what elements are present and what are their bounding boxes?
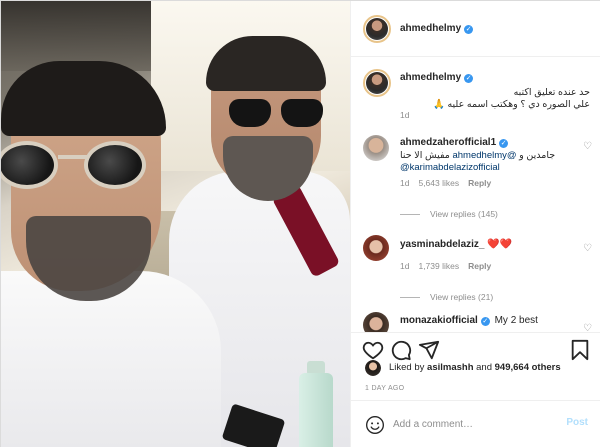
comment-age[interactable]: 1d [400, 178, 409, 188]
comment-text: My 2 best [494, 315, 538, 326]
author-username[interactable]: ahmedhelmy ✓ [400, 23, 474, 34]
comment-meta: 1d 1,739 likes Reply [400, 261, 500, 271]
author-avatar[interactable] [363, 15, 391, 43]
comment-username[interactable]: ahmedzaherofficial1 ✓ [400, 137, 509, 148]
comment-text-part: جامدين و [516, 150, 556, 161]
comment-username[interactable]: yasminabdelaziz_ ❤️❤️ [400, 239, 512, 250]
comment-meta: 1d 5,643 likes Reply [400, 178, 500, 188]
comment-input[interactable] [393, 413, 553, 435]
mention-link[interactable]: @ahmedhelmy [452, 150, 516, 161]
comment-age[interactable]: 1d [400, 261, 409, 271]
liked-by-prefix: Liked by [389, 362, 428, 373]
comments-section: ahmedhelmy ✓ حد عنده تعليق اكتبه علي الصو… [351, 58, 600, 332]
heart-icon[interactable] [362, 339, 384, 361]
verified-badge-icon: ✓ [464, 25, 474, 34]
comment-likes[interactable]: 5,643 likes [418, 178, 459, 188]
view-replies-button[interactable]: View replies (21) [400, 292, 493, 302]
commenter-avatar[interactable] [363, 135, 389, 161]
comment-likes[interactable]: 1,739 likes [418, 261, 459, 271]
reply-button[interactable]: Reply [468, 261, 491, 271]
comment-username-text[interactable]: yasminabdelaziz_ [400, 239, 484, 250]
liked-and-label: and [473, 362, 495, 373]
caption-age[interactable]: 1d [400, 110, 409, 120]
comment-like-heart-icon[interactable]: ♡ [583, 141, 592, 152]
paper-plane-icon[interactable] [418, 339, 440, 361]
comment-like-heart-icon[interactable]: ♡ [583, 323, 592, 332]
mention-link[interactable]: @karimabdelazizofficial [400, 162, 500, 173]
comment-username-text[interactable]: monazakiofficial [400, 315, 478, 326]
bookmark-icon[interactable] [569, 339, 591, 361]
reply-button[interactable]: Reply [468, 178, 491, 188]
post-comment-button[interactable]: Post [566, 417, 588, 428]
comment-text: ❤️❤️ [487, 239, 513, 250]
comment-icon[interactable] [390, 339, 412, 361]
liked-by-user[interactable]: asilmashh [427, 362, 473, 373]
left-man-sunglasses [1, 141, 156, 191]
likes-others-count[interactable]: 949,664 others [495, 362, 561, 373]
caption-line-1: حد عنده تعليق اكتبه [513, 87, 590, 98]
verified-badge-icon: ✓ [480, 317, 490, 326]
comment-username[interactable]: monazakiofficial ✓ My 2 best [400, 315, 538, 326]
post-photo[interactable] [1, 1, 350, 447]
add-comment-bar: Post [351, 400, 600, 447]
caption-author[interactable]: ahmedhelmy ✓ [400, 72, 474, 83]
likes-summary: Liked by asilmashh and 949,664 others [389, 362, 561, 373]
verified-badge-icon: ✓ [499, 139, 509, 148]
comment-like-heart-icon[interactable]: ♡ [583, 243, 592, 254]
author-username-text[interactable]: ahmedhelmy [400, 23, 461, 34]
post-header: ahmedhelmy ✓ [351, 1, 600, 57]
instagram-post: ahmedhelmy ✓ ahmedhelmy ✓ حد عنده تعليق اك… [0, 0, 600, 447]
right-man-sunglasses [229, 99, 324, 127]
caption-author-avatar[interactable] [363, 69, 391, 97]
caption-line-2: علي الصوره دي ؟ وهكتب اسمه عليه 🙏 [433, 99, 590, 110]
sanitizer-bottle [299, 373, 333, 447]
comment-text-part: مفيش الا حنا [400, 150, 453, 161]
post-side-panel: ahmedhelmy ✓ ahmedhelmy ✓ حد عنده تعليق اك… [350, 1, 600, 447]
comment-text: جامدين و @ahmedhelmy مفيش الا حنا @karim… [400, 150, 580, 174]
caption-meta: 1d [400, 110, 418, 120]
verified-badge-icon: ✓ [464, 74, 474, 83]
post-timestamp[interactable]: 1 DAY AGO [365, 385, 404, 392]
liked-by-avatar[interactable] [365, 360, 381, 376]
commenter-avatar[interactable] [363, 312, 389, 332]
commenter-avatar[interactable] [363, 235, 389, 261]
smile-icon[interactable] [365, 415, 385, 435]
caption-text: حد عنده تعليق اكتبه علي الصوره دي ؟ وهكت… [400, 87, 590, 111]
comment-username-text[interactable]: ahmedzaherofficial1 [400, 137, 496, 148]
caption-author-text[interactable]: ahmedhelmy [400, 72, 461, 83]
view-replies-button[interactable]: View replies (145) [400, 209, 498, 219]
